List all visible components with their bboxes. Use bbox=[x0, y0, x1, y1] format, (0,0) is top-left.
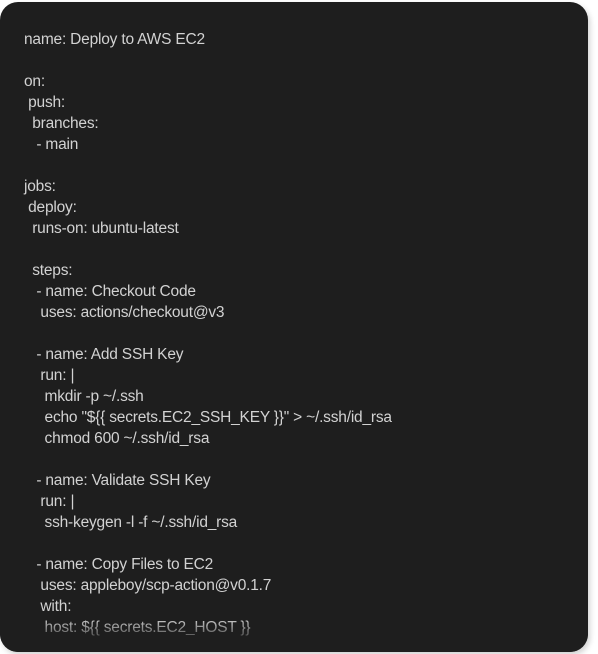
code-line: chmod 600 ~/.ssh/id_rsa bbox=[24, 430, 210, 447]
code-line: steps: bbox=[24, 262, 73, 279]
code-line: - name: Copy Files to EC2 bbox=[24, 556, 214, 573]
code-line: - main bbox=[24, 136, 79, 153]
code-line: ssh-keygen -l -f ~/.ssh/id_rsa bbox=[24, 514, 238, 531]
code-snippet-window: name: Deploy to AWS EC2 on: push: branch… bbox=[0, 2, 588, 652]
code-line: mkdir -p ~/.ssh bbox=[24, 388, 144, 405]
code-line: branches: bbox=[24, 115, 99, 132]
code-line: run: | bbox=[24, 493, 75, 510]
code-line: runs-on: ubuntu-latest bbox=[24, 220, 179, 237]
code-line: with: bbox=[24, 598, 72, 615]
code-line: name: Deploy to AWS EC2 bbox=[24, 31, 205, 48]
code-line: jobs: bbox=[24, 178, 56, 195]
code-line: deploy: bbox=[24, 199, 77, 216]
code-line: on: bbox=[24, 73, 45, 90]
code-line: - name: Validate SSH Key bbox=[24, 472, 211, 489]
code-line: - name: Checkout Code bbox=[24, 283, 196, 300]
code-line: run: | bbox=[24, 367, 75, 384]
code-line: uses: actions/checkout@v3 bbox=[24, 304, 225, 321]
code-line: - name: Add SSH Key bbox=[24, 346, 184, 363]
yaml-code-block[interactable]: name: Deploy to AWS EC2 on: push: branch… bbox=[24, 29, 572, 638]
code-line: uses: appleboy/scp-action@v0.1.7 bbox=[24, 577, 272, 594]
code-line: push: bbox=[24, 94, 66, 111]
code-line: host: ${{ secrets.EC2_HOST }} bbox=[24, 619, 251, 636]
code-line: echo "${{ secrets.EC2_SSH_KEY }}" > ~/.s… bbox=[24, 409, 393, 426]
